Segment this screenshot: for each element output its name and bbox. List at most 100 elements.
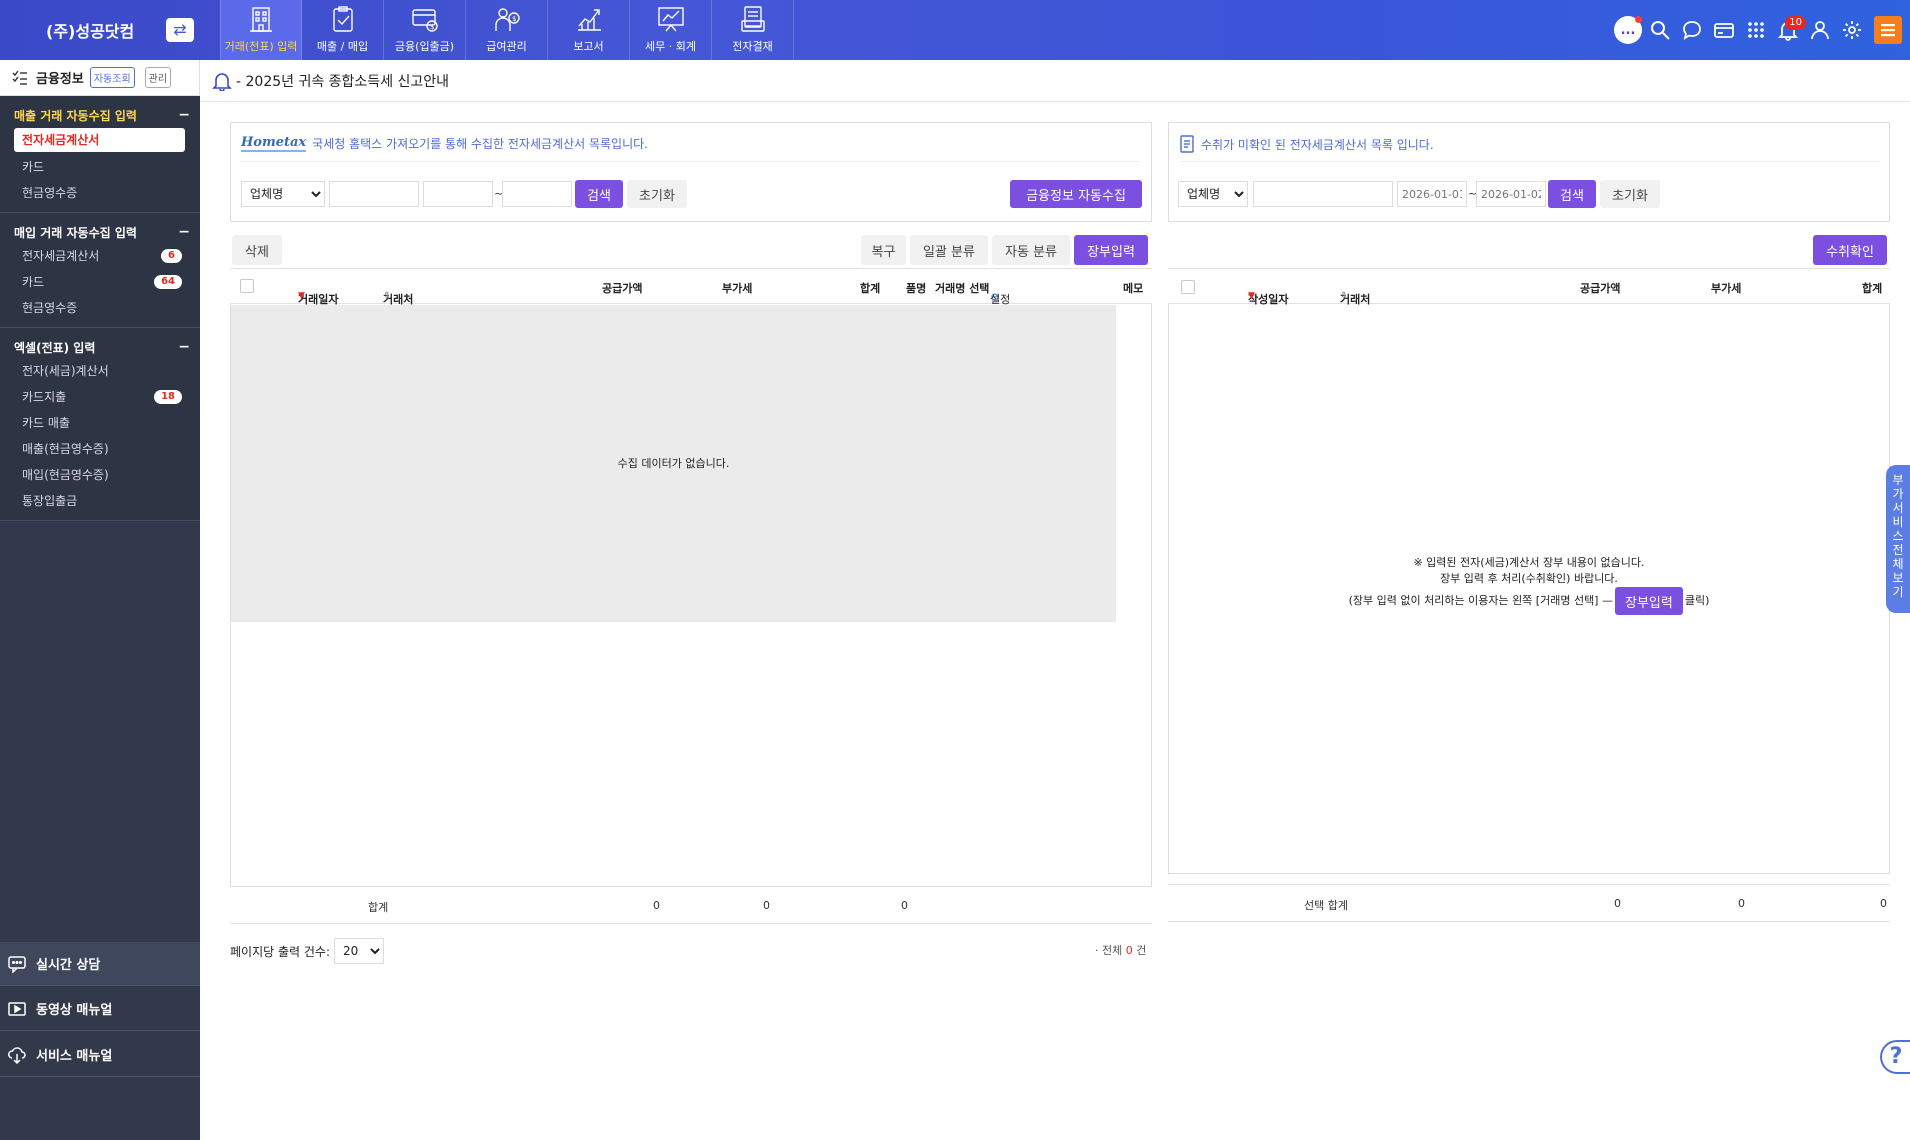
left-date-from-input[interactable] <box>423 181 493 207</box>
finance-auto-collect-button[interactable]: 금융정보 자동수집 <box>1010 180 1142 208</box>
chat-alert-dot <box>1635 16 1642 23</box>
search-button[interactable] <box>1644 14 1676 46</box>
sidebar-item-excel-card-sales[interactable]: 카드 매출 <box>0 410 200 436</box>
service-manual-button[interactable]: 서비스 매뉴얼 <box>0 1033 200 1077</box>
left-reset-button[interactable]: 초기화 <box>627 180 687 208</box>
svg-text:$: $ <box>430 23 434 31</box>
sort-desc-icon: ▼ <box>298 291 305 301</box>
checklist-icon <box>12 70 27 85</box>
notification-count-badge: 10 <box>1785 16 1806 30</box>
right-empty-message: ※ 입력된 전자(세금)계산서 장부 내용이 없습니다. 장부 입력 후 처리(… <box>1168 555 1890 615</box>
nav-finance[interactable]: $ 금융(입출금) <box>384 0 466 60</box>
card-button[interactable] <box>1708 14 1740 46</box>
sum-vat: 0 <box>763 899 770 912</box>
apps-button[interactable] <box>1740 14 1772 46</box>
addon-services-tab[interactable]: 부가서비스 전체보기 <box>1886 465 1910 613</box>
left-empty-message: 수집 데이터가 없습니다. <box>617 457 730 470</box>
addon-services-label: 부가서비스 전체보기 <box>1892 473 1904 599</box>
divider <box>241 161 1141 162</box>
message-button[interactable] <box>1676 14 1708 46</box>
auto-lookup-chip[interactable]: 자동조회 <box>89 67 135 88</box>
sidebar-item-excel-sales-cash[interactable]: 매출(현금영수증) <box>0 436 200 462</box>
restore-button[interactable]: 복구 <box>861 235 906 265</box>
collapse-toggle[interactable]: − <box>178 107 190 123</box>
sort-icon: ⇕ <box>383 291 391 301</box>
col-vat: 부가세 <box>1711 282 1742 295</box>
ledger-entry-button[interactable]: 장부입력 <box>1074 235 1148 265</box>
video-manual-button[interactable]: 동영상 매뉴얼 <box>0 987 200 1031</box>
collapse-toggle[interactable]: − <box>178 224 190 240</box>
sidebar-item-purchase-cash-receipt[interactable]: 현금영수증 <box>0 295 200 321</box>
select-all-checkbox[interactable] <box>240 279 254 293</box>
document-icon <box>1180 135 1194 153</box>
chatbot-button[interactable]: ... <box>1612 14 1644 46</box>
sidebar-group-excel: 엑셀(전표) 입력 − 전자(세금)계산서 카드지출 18 카드 매출 매출(현금영… <box>0 328 200 521</box>
nav-e-approval[interactable]: 전자결재 <box>712 0 794 60</box>
right-table-header: 작성일자 ▼ 거래처 ⇕ 공급가액 부가세 합계 <box>1168 268 1890 306</box>
chat-support-icon <box>8 955 26 973</box>
company-switch-button[interactable]: ⇄ <box>166 18 194 42</box>
left-company-select[interactable]: 업체명 <box>241 181 325 207</box>
col-memo: 메모 <box>1123 282 1144 295</box>
sum-supply: 0 <box>653 899 660 912</box>
page-size-select[interactable]: 20 <box>334 938 384 964</box>
count-badge: 6 <box>161 249 182 263</box>
nav-reports[interactable]: 보고서 <box>548 0 630 60</box>
nav-tax-accounting[interactable]: 세무 · 회계 <box>630 0 712 60</box>
sidebar-group-title[interactable]: 매입 거래 자동수집 입력 − <box>0 221 200 243</box>
right-search-panel: 수취가 미확인 된 전자세금계산서 목록 입니다. 업체명 ~ 검색 초기화 <box>1168 122 1890 222</box>
hamburger-menu-button[interactable] <box>1874 16 1902 44</box>
company-name[interactable]: (주)성공닷컴 <box>46 18 134 42</box>
total-count: · 전체 0 건 <box>1095 944 1147 957</box>
delete-button[interactable]: 삭제 <box>232 235 282 265</box>
auto-classify-button[interactable]: 자동 분류 <box>992 235 1070 265</box>
right-reset-button[interactable]: 초기화 <box>1600 180 1660 208</box>
notice-bar[interactable]: - 2025년 귀속 종합소득세 신고안내 <box>200 60 1910 102</box>
sidebar-item-excel-bank[interactable]: 통장입출금 <box>0 488 200 514</box>
help-button[interactable]: ? <box>1880 1040 1910 1074</box>
video-play-icon <box>8 1001 26 1016</box>
notification-button[interactable]: 10 <box>1772 14 1806 46</box>
sidebar-menu: 매출 거래 자동수집 입력 − 전자세금계산서 카드 현금영수증 매입 거래 자동… <box>0 96 200 521</box>
chart-line-icon <box>577 9 601 31</box>
nav-transaction-entry[interactable]: 거래(전표) 입력 <box>220 0 302 60</box>
col-supply: 공급가액 <box>602 282 643 295</box>
right-date-from-input[interactable] <box>1397 181 1467 207</box>
sidebar-item-excel-purchase-cash[interactable]: 매입(현금영수증) <box>0 462 200 488</box>
sidebar-item-sales-cash-receipt[interactable]: 현금영수증 <box>0 180 200 206</box>
manage-chip[interactable]: 관리 <box>144 67 172 88</box>
col-item: 품명 <box>906 282 927 295</box>
swap-arrows-icon: ⇄ <box>173 20 187 39</box>
left-date-to-input[interactable] <box>502 181 572 207</box>
collapse-toggle[interactable]: − <box>178 339 190 355</box>
sidebar-item-purchase-etax[interactable]: 전자세금계산서 6 <box>0 243 200 269</box>
live-chat-button[interactable]: 실시간 상담 <box>0 942 200 986</box>
sidebar-item-sales-etax[interactable]: 전자세금계산서 <box>14 128 185 152</box>
settings-button[interactable] <box>1836 14 1868 46</box>
sidebar-item-sales-card[interactable]: 카드 <box>0 154 200 180</box>
nav-payroll[interactable]: $ 급여관리 <box>466 0 548 60</box>
bulk-classify-button[interactable]: 일괄 분류 <box>910 235 988 265</box>
left-empty-area: 수집 데이터가 없습니다. <box>231 305 1116 622</box>
presentation-icon <box>657 7 684 32</box>
select-all-checkbox[interactable] <box>1181 280 1195 294</box>
notice-text[interactable]: - 2025년 귀속 종합소득세 신고안내 <box>236 71 449 91</box>
right-date-to-input[interactable] <box>1476 181 1546 207</box>
right-search-button[interactable]: 검색 <box>1548 180 1596 208</box>
gear-icon <box>1843 21 1861 39</box>
sidebar-group-purchase: 매입 거래 자동수집 입력 − 전자세금계산서 6 카드 64 현금영수증 <box>0 213 200 328</box>
sidebar-group-title[interactable]: 엑셀(전표) 입력 − <box>0 336 200 358</box>
left-search-button[interactable]: 검색 <box>575 180 623 208</box>
sidebar-group-title[interactable]: 매출 거래 자동수집 입력 − <box>0 104 200 126</box>
inline-ledger-entry-button[interactable]: 장부입력 <box>1614 587 1683 615</box>
sidebar-item-excel-etax[interactable]: 전자(세금)계산서 <box>0 358 200 384</box>
sidebar-item-excel-card-expense[interactable]: 카드지출 18 <box>0 384 200 410</box>
right-company-select[interactable]: 업체명 <box>1178 181 1248 207</box>
profile-button[interactable] <box>1804 14 1836 46</box>
left-keyword-input[interactable] <box>329 181 419 207</box>
right-keyword-input[interactable] <box>1253 181 1393 207</box>
nav-sales-purchase[interactable]: 매출 / 매입 <box>302 0 384 60</box>
sidebar-item-purchase-card[interactable]: 카드 64 <box>0 269 200 295</box>
bell-icon <box>212 72 232 91</box>
receipt-confirm-button[interactable]: 수취확인 <box>1813 235 1887 265</box>
